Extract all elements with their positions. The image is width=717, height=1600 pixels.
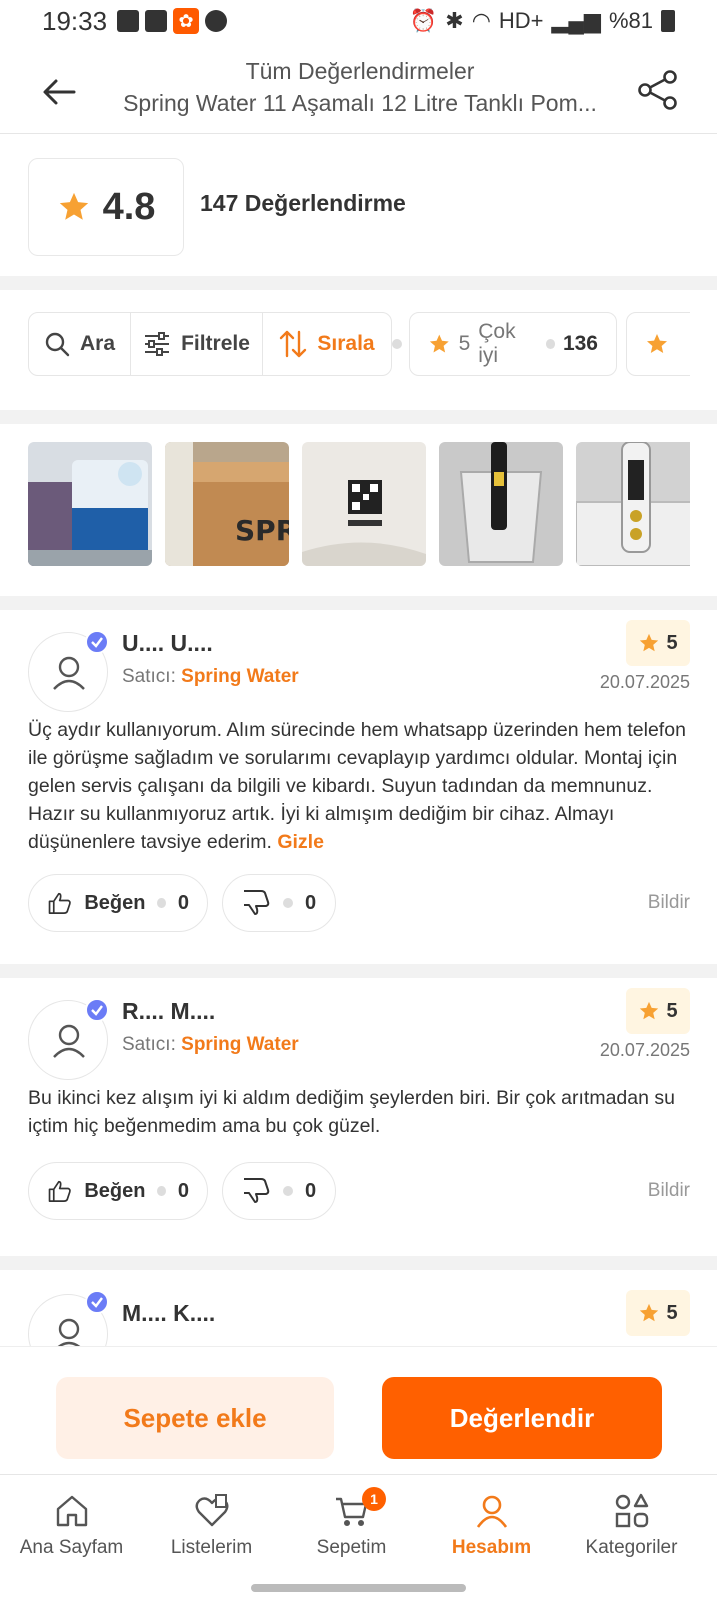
sliders-icon bbox=[145, 332, 170, 356]
review-date: 20.07.2025 bbox=[599, 1040, 690, 1060]
action-bar: Sepete ekle Değerlendir bbox=[0, 1346, 717, 1474]
nav-account[interactable]: Hesabım bbox=[420, 1491, 563, 1559]
reviewer-name: U.... U.... bbox=[122, 630, 213, 656]
bottom-navigation: Ana Sayfam Listelerim 1 Sepetim Hesabım bbox=[0, 1474, 717, 1600]
review-count: 147 Değerlendirme bbox=[200, 190, 406, 216]
status-time: 19:33 bbox=[42, 5, 108, 36]
divider bbox=[0, 964, 717, 978]
thumbs-up-icon bbox=[48, 1180, 71, 1202]
write-review-button[interactable]: Değerlendir bbox=[382, 1377, 662, 1459]
rating-summary: 4.8 bbox=[28, 158, 184, 256]
cart-count-badge: 1 bbox=[362, 1487, 386, 1511]
verified-badge-icon bbox=[85, 1290, 109, 1314]
dislike-button[interactable]: 0 bbox=[222, 874, 336, 932]
divider bbox=[0, 276, 717, 290]
filter-group: Ara Filtrele Sırala bbox=[28, 312, 392, 376]
reviewer-name: M.... K.... bbox=[122, 1300, 216, 1326]
nav-categories[interactable]: Kategoriler bbox=[560, 1491, 703, 1559]
product-name: Spring Water 11 Aşamalı 12 Litre Tanklı … bbox=[123, 90, 597, 116]
user-icon bbox=[476, 1495, 507, 1528]
review-text: Bu ikinci kez alışım iyi ki aldım dediği… bbox=[28, 1087, 675, 1137]
thumbs-down-icon bbox=[244, 1178, 270, 1203]
share-icon[interactable] bbox=[636, 68, 680, 112]
bluetooth-icon: ✱ bbox=[445, 8, 464, 33]
divider bbox=[0, 1256, 717, 1270]
battery-level: %81 bbox=[608, 8, 653, 33]
nav-lists[interactable]: Listelerim bbox=[140, 1491, 283, 1559]
review-date: 20.07.2025 bbox=[599, 672, 690, 692]
home-indicator bbox=[251, 1584, 466, 1592]
search-icon bbox=[45, 332, 70, 357]
review-text: Üç aydır kullanıyorum. Alım sürecinde he… bbox=[28, 719, 686, 853]
page-title: Tüm Değerlendirmeler bbox=[245, 58, 475, 84]
back-arrow-icon[interactable] bbox=[40, 72, 80, 112]
thumbs-down-icon bbox=[244, 890, 270, 915]
report-link[interactable]: Bildir bbox=[620, 1180, 690, 1202]
dislike-button[interactable]: 0 bbox=[222, 1162, 336, 1220]
sort-button[interactable]: Sırala bbox=[263, 313, 391, 375]
separator-dot bbox=[392, 339, 402, 349]
app-notification-icon bbox=[117, 10, 140, 32]
verified-badge-icon bbox=[85, 998, 109, 1022]
review-photo[interactable] bbox=[28, 442, 152, 566]
star-filter-chip[interactable]: 5 Çok iyi 136 bbox=[409, 312, 617, 376]
shop-notification-icon: ✿ bbox=[173, 8, 200, 34]
review-photo[interactable] bbox=[439, 442, 563, 566]
review-card: U.... U.... Satıcı: Spring Water 5 20.07… bbox=[0, 610, 717, 968]
verified-badge-icon bbox=[85, 630, 109, 654]
network-type: HD+ bbox=[498, 8, 544, 33]
blocked-notification-icon bbox=[205, 10, 228, 32]
review-photo[interactable] bbox=[576, 442, 690, 566]
star-icon bbox=[647, 334, 667, 353]
review-card: R.... M.... Satıcı: Spring Water 5 20.07… bbox=[0, 978, 717, 1240]
add-to-cart-button[interactable]: Sepete ekle bbox=[56, 1377, 334, 1459]
reviewer-name: R.... M.... bbox=[122, 998, 216, 1024]
search-button[interactable]: Ara bbox=[29, 313, 131, 375]
star-filter-chip-next[interactable] bbox=[626, 312, 690, 376]
filter-bar: Ara Filtrele Sırala 5 Çok iyi 136 bbox=[28, 312, 690, 378]
page: 19:33 ✿ ⏰ ✱ ◠ HD+ ▂▄▆ %81 Tüm Değerlendi… bbox=[0, 0, 717, 1600]
star-icon bbox=[640, 633, 659, 652]
divider bbox=[0, 410, 717, 424]
seller-line: Satıcı: Spring Water bbox=[122, 1034, 299, 1055]
average-rating: 4.8 bbox=[102, 185, 156, 228]
sort-icon bbox=[280, 330, 307, 358]
wifi-icon: ◠ bbox=[471, 8, 491, 33]
review-card: M.... K.... 5 bbox=[0, 1270, 717, 1346]
review-photo[interactable] bbox=[302, 442, 426, 566]
home-icon bbox=[56, 1495, 87, 1527]
nav-home[interactable]: Ana Sayfam bbox=[0, 1491, 143, 1559]
star-icon bbox=[429, 334, 449, 353]
categories-icon bbox=[615, 1493, 648, 1528]
nav-cart[interactable]: 1 Sepetim bbox=[280, 1487, 423, 1559]
like-button[interactable]: Beğen 0 bbox=[28, 1162, 208, 1220]
report-link[interactable]: Bildir bbox=[620, 892, 690, 914]
gallery-notification-icon bbox=[145, 10, 168, 32]
review-rating: 5 bbox=[626, 1290, 690, 1336]
divider bbox=[0, 596, 717, 610]
star-icon bbox=[640, 1001, 659, 1020]
seller-link[interactable]: Spring Water bbox=[181, 1034, 299, 1055]
star-icon bbox=[59, 192, 88, 220]
review-photo[interactable]: SPR bbox=[165, 442, 289, 566]
header: Tüm Değerlendirmeler Spring Water 11 Aşa… bbox=[0, 52, 717, 134]
heart-list-icon bbox=[195, 1494, 228, 1527]
signal-icon: ▂▄▆ bbox=[551, 8, 601, 33]
svg-text:SPR: SPR bbox=[235, 514, 289, 547]
review-rating: 5 bbox=[626, 620, 690, 666]
seller-line: Satıcı: Spring Water bbox=[122, 666, 299, 687]
status-bar: 19:33 ✿ ⏰ ✱ ◠ HD+ ▂▄▆ %81 bbox=[0, 0, 717, 42]
battery-icon bbox=[661, 10, 675, 32]
thumbs-up-icon bbox=[48, 892, 71, 914]
hide-link[interactable]: Gizle bbox=[277, 831, 324, 853]
filter-button[interactable]: Filtrele bbox=[131, 313, 263, 375]
alarm-icon: ⏰ bbox=[409, 8, 438, 33]
like-button[interactable]: Beğen 0 bbox=[28, 874, 208, 932]
seller-link[interactable]: Spring Water bbox=[181, 666, 299, 687]
star-icon bbox=[640, 1303, 659, 1322]
review-rating: 5 bbox=[626, 988, 690, 1034]
review-photos: SPR bbox=[28, 442, 690, 566]
